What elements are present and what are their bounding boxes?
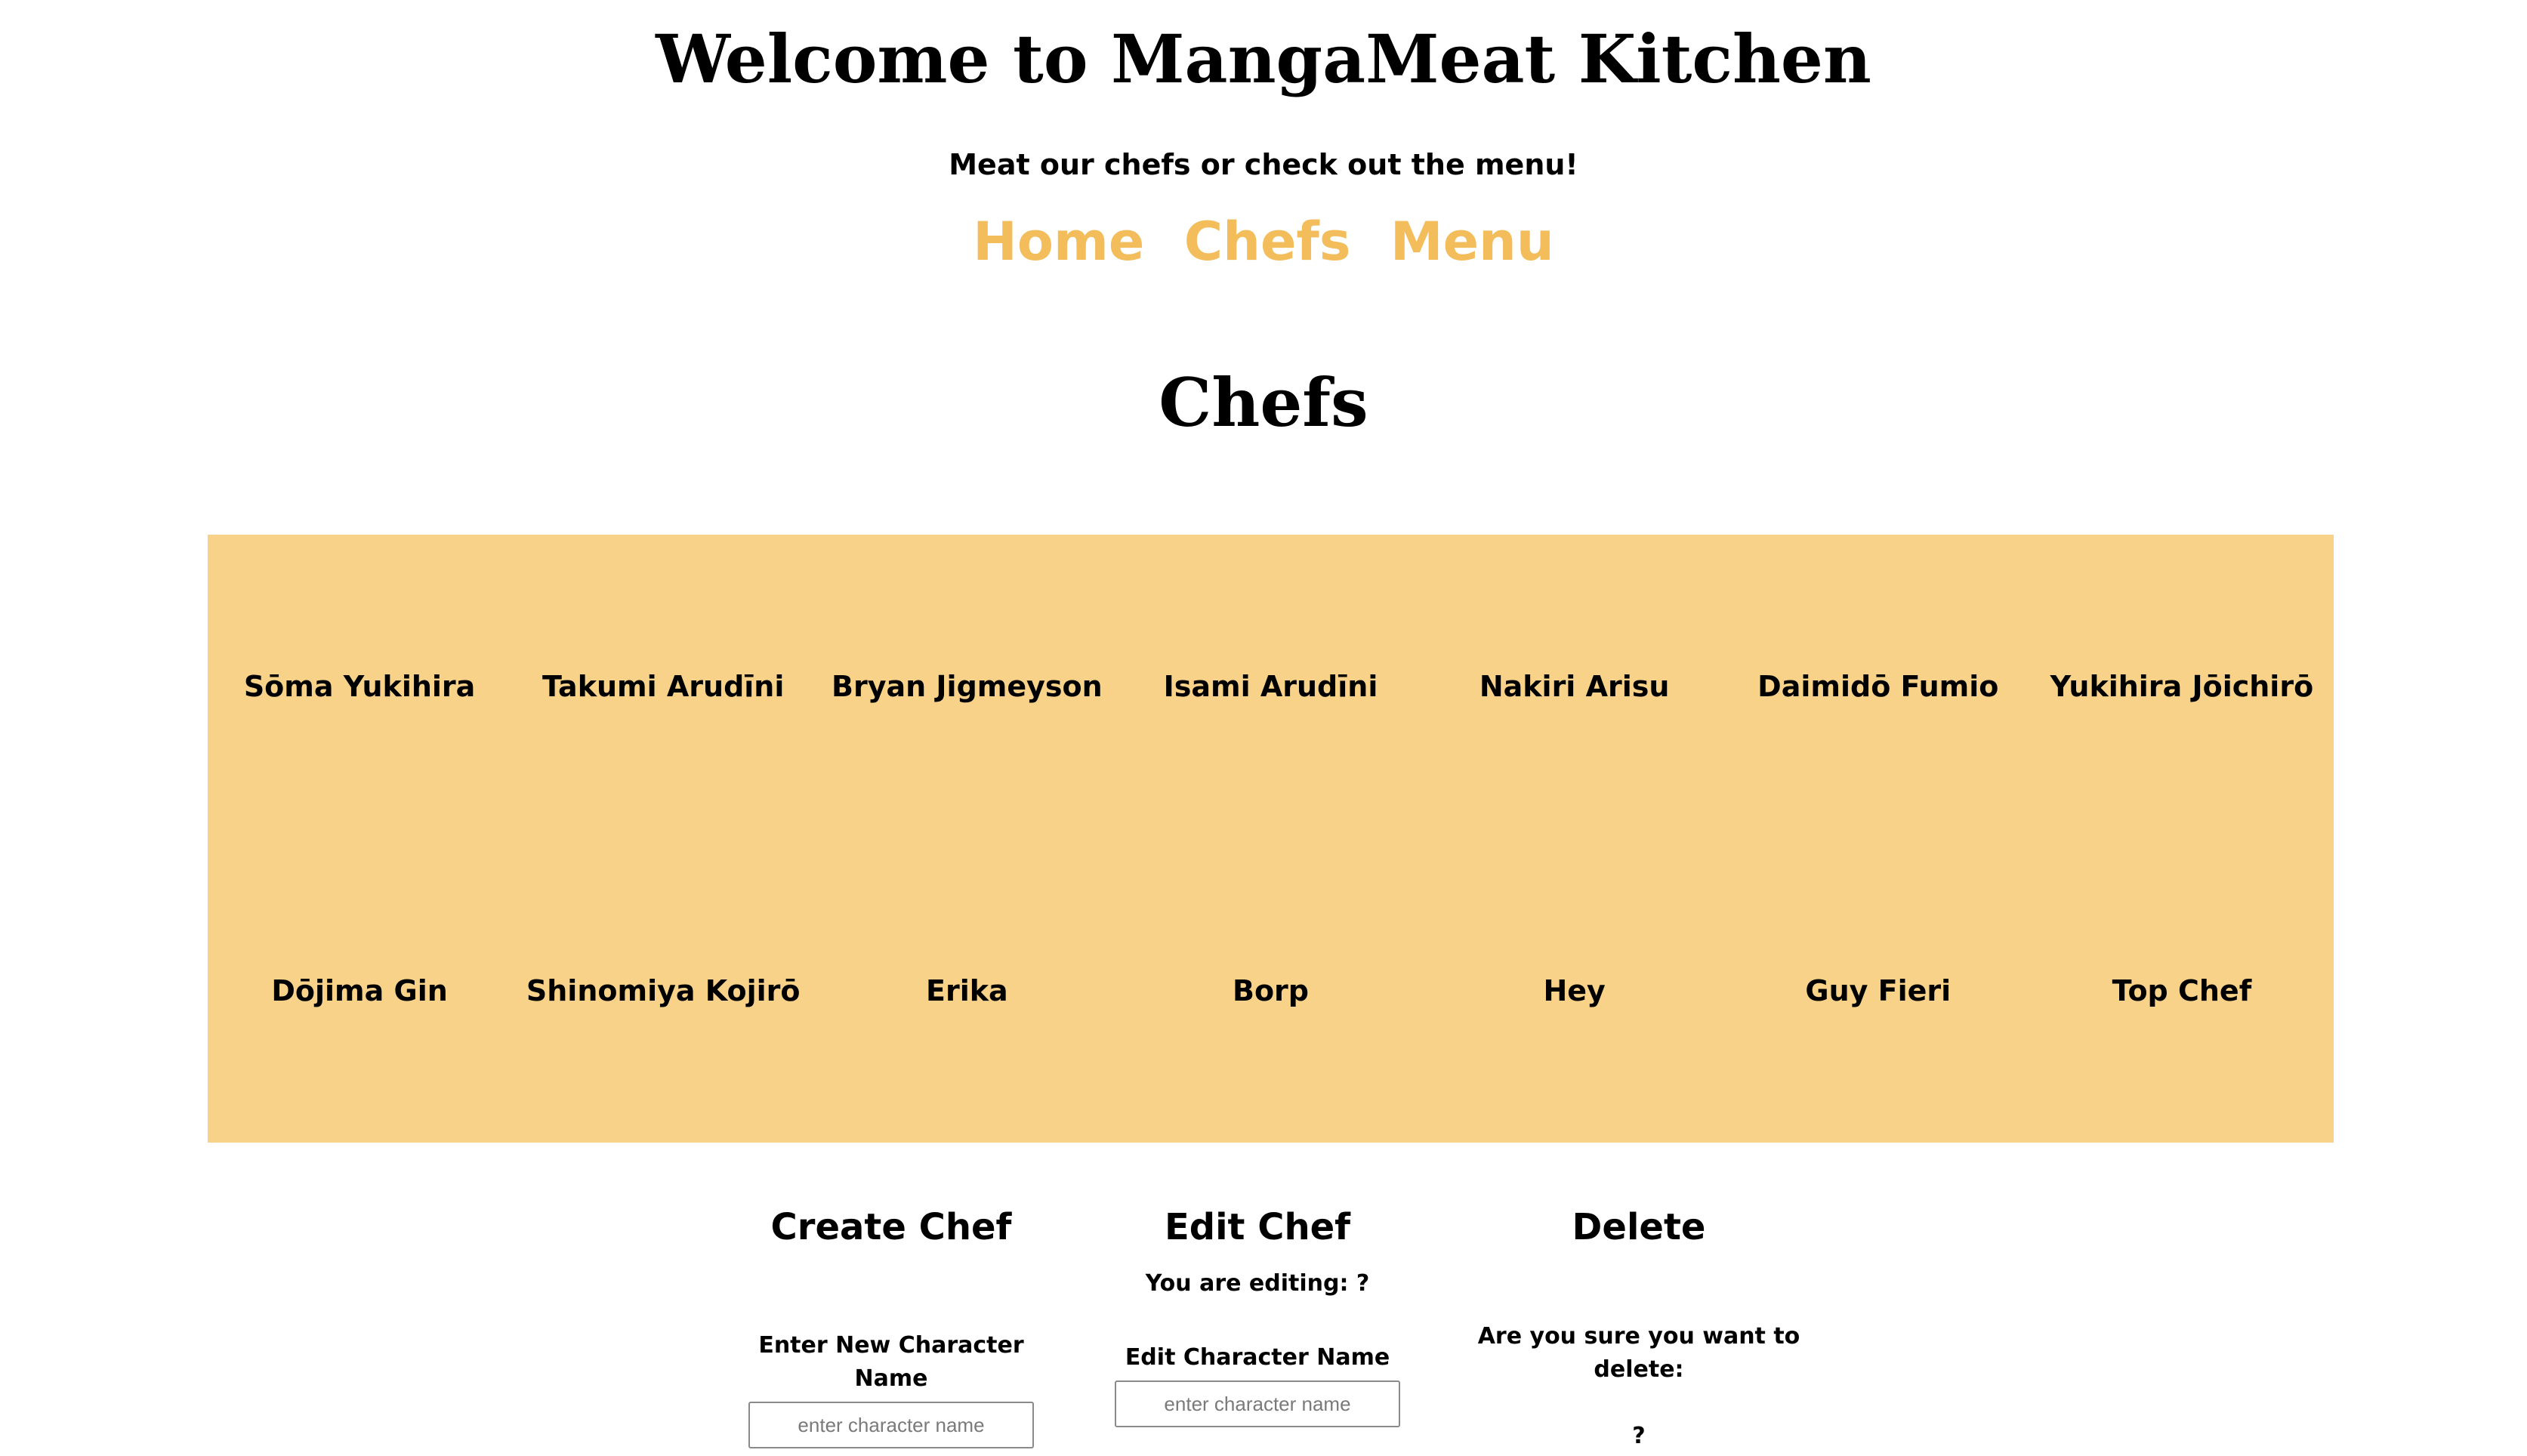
chef-card[interactable]: Takumi Arudīni	[511, 535, 815, 839]
editing-status: You are editing: ?	[1145, 1270, 1370, 1297]
edit-chef-title: Edit Chef	[1164, 1206, 1351, 1248]
section-title: Chefs	[1159, 363, 1368, 442]
delete-chef-title: Delete	[1572, 1206, 1706, 1248]
chef-card[interactable]: Isami Arudīni	[1118, 535, 1422, 839]
chef-card[interactable]: Dōjima Gin	[208, 839, 511, 1143]
site-title: Welcome to MangaMeat Kitchen	[656, 20, 1871, 98]
chef-card[interactable]: Bryan Jigmeyson	[815, 535, 1118, 839]
edit-character-name-input[interactable]	[1115, 1380, 1400, 1427]
chef-card[interactable]: Daimidō Fumio	[1726, 535, 2030, 839]
new-name-label: Enter New Character Name	[758, 1332, 1024, 1392]
chef-card[interactable]: Borp	[1118, 839, 1422, 1143]
nav-home-link[interactable]: Home	[973, 211, 1144, 273]
chef-card[interactable]: Erika	[815, 839, 1118, 1143]
delete-target: ?	[1632, 1423, 1646, 1449]
chef-grid: Sōma Yukihira Takumi Arudīni Bryan Jigme…	[208, 535, 2334, 1143]
chef-card[interactable]: Nakiri Arisu	[1423, 535, 1726, 839]
chef-card[interactable]: Guy Fieri	[1726, 839, 2030, 1143]
delete-chef-panel: Delete Are you sure you want to delete: …	[1435, 1193, 1843, 1453]
tagline: Meat our chefs or check out the menu!	[949, 148, 1578, 181]
create-chef-panel: Create Chef Enter New Character Name	[740, 1193, 1042, 1448]
chef-card[interactable]: Top Chef	[2030, 839, 2334, 1143]
create-chef-title: Create Chef	[770, 1206, 1012, 1248]
delete-confirm-label: Are you sure you want to delete:	[1477, 1323, 1800, 1383]
main-nav: Home Chefs Menu	[0, 204, 2527, 279]
chef-card[interactable]: Hey	[1423, 839, 1726, 1143]
nav-chefs-link[interactable]: Chefs	[1184, 211, 1351, 273]
edit-name-label: Edit Character Name	[1125, 1344, 1390, 1371]
chef-card[interactable]: Yukihira Jōichirō	[2030, 535, 2334, 839]
edit-chef-panel: Edit Chef You are editing: ? Edit Charac…	[1106, 1193, 1409, 1427]
new-character-name-input[interactable]	[748, 1402, 1034, 1448]
chef-card[interactable]: Shinomiya Kojirō	[511, 839, 815, 1143]
chef-card[interactable]: Sōma Yukihira	[208, 535, 511, 839]
nav-menu-link[interactable]: Menu	[1390, 211, 1554, 273]
